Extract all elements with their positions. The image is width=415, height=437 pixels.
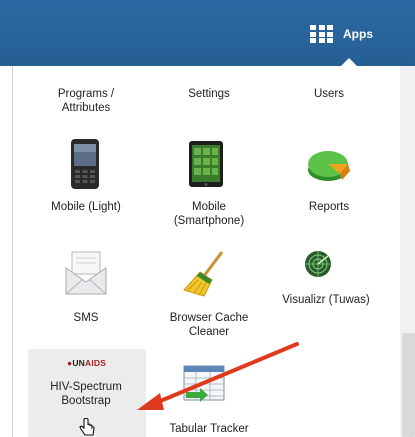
annotation-arrow [137,342,299,410]
